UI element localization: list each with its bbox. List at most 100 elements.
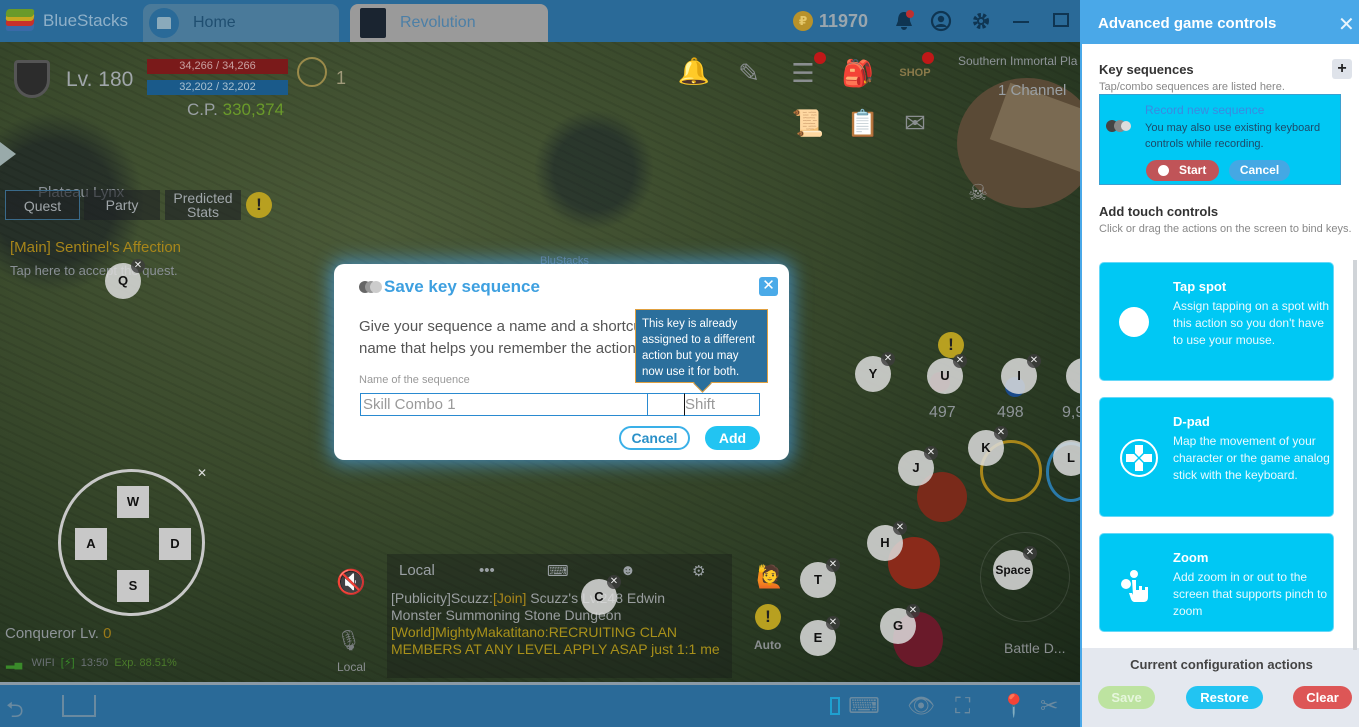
fullscreen-icon[interactable]: ⛶ [955,693,970,719]
quest-subtitle[interactable]: Tap here to accept the quest. [10,263,178,278]
shortcut-key-input[interactable] [684,393,760,416]
bell-icon[interactable] [893,10,915,32]
restore-button[interactable]: Restore [1186,686,1263,709]
key-overlay-o[interactable] [1066,358,1080,394]
skull-icon[interactable]: ☠ [963,180,993,210]
backpack-icon[interactable]: 🎒 [840,56,876,90]
emoji-icon[interactable]: ☻ [620,562,636,579]
notification-bell-icon[interactable]: 🔔 [676,54,712,88]
remove-key-icon[interactable]: ✕ [826,558,840,572]
dpad-key-down[interactable]: S [117,570,149,602]
add-button[interactable]: Add [705,426,760,450]
checklist-icon[interactable]: 📋 [845,106,881,140]
keyboard-icon[interactable]: ⌨ [547,562,569,580]
tab-home[interactable]: Home [143,4,339,42]
tab-revolution[interactable]: Revolution [350,4,548,42]
key-overlay-g[interactable]: G ✕ [880,604,920,644]
remove-key-icon[interactable]: ✕ [893,521,907,535]
key-overlay-t[interactable]: T ✕ [800,558,840,598]
tab-predicted-stats[interactable]: Predicted Stats [165,190,241,220]
eye-icon[interactable]: 👁 [907,693,935,719]
close-panel-icon[interactable]: ✕ [1338,12,1355,37]
card-desc: Map the movement of your character or th… [1173,434,1330,482]
key-overlay-j[interactable]: J ✕ [898,446,938,486]
close-dialog-button[interactable]: ✕ [759,277,778,296]
panel-header: Advanced game controls ✕ [1082,0,1359,44]
quest-title[interactable]: [Main] Sentinel's Affection [10,239,181,256]
remove-key-icon[interactable]: ✕ [826,616,840,630]
key-overlay-e[interactable]: E ✕ [800,616,840,656]
alert-icon[interactable]: ! [246,192,272,218]
remove-key-icon[interactable]: ✕ [906,604,920,618]
save-button[interactable]: Save [1098,686,1155,709]
dpad-key-right[interactable]: D [159,528,191,560]
record-toggle-icon[interactable] [1106,120,1136,132]
remove-key-icon[interactable]: ✕ [953,354,967,368]
sequence-name-input[interactable] [360,393,648,416]
remove-dpad-icon[interactable]: ✕ [197,466,207,480]
chat-tab-local[interactable]: Local [399,562,435,579]
potion-count: 497 [929,404,956,421]
maximize-icon[interactable] [1053,13,1069,27]
remove-key-icon[interactable]: ✕ [607,575,621,589]
key-overlay-i[interactable]: I ✕ [1001,354,1041,394]
panel-scrollbar[interactable] [1353,260,1357,650]
scissors-icon[interactable]: ✂ [1040,693,1058,719]
chat-line: [World]MightyMakatitano:RECRUITING CLAN [391,624,678,640]
remove-key-icon[interactable]: ✕ [924,446,938,460]
key-overlay-q[interactable]: Q ✕ [105,259,145,299]
dpad-overlay[interactable]: W A D S [58,469,205,616]
battle-label[interactable]: Battle D... [1004,640,1065,656]
pinch-zoom-icon [1119,568,1153,607]
chat-settings-icon[interactable]: ⚙ [692,562,705,580]
coin-count[interactable]: 11970 [819,11,868,32]
keyboard-mapping-icon[interactable]: ⌨ [848,693,880,719]
scroll-icon[interactable]: 📜 [790,106,826,140]
dpad-key-up[interactable]: W [117,486,149,518]
channel-label[interactable]: 1 Channel [998,82,1066,99]
rank-icon[interactable] [297,57,327,87]
alert-icon[interactable]: ! [755,604,781,630]
shortcut-field-spacer [648,393,684,416]
chat-join-link[interactable]: [Join] [493,590,526,606]
key-overlay-space[interactable]: Space ✕ [993,546,1037,590]
key-overlay-y[interactable]: Y ✕ [855,352,895,392]
expand-arrow-icon[interactable] [0,142,16,166]
portrait-icon[interactable] [830,697,840,715]
mail-icon[interactable]: ✉ [897,106,933,140]
mic-icon[interactable]: 🎙 [336,628,361,653]
gear-icon[interactable] [970,10,992,32]
location-icon[interactable]: 📍 [1000,693,1027,719]
tap-spot-card[interactable]: Tap spot Assign tapping on a spot with t… [1099,262,1334,381]
chat-panel[interactable]: Local ••• ⌨ ☻ ⚙ [Publicity]Scuzz:[Join] … [387,554,732,678]
add-sequence-button[interactable]: + [1332,59,1352,79]
start-recording-button[interactable]: Start [1146,160,1219,181]
back-icon[interactable]: ⮌ [6,693,24,727]
emote-icon[interactable]: 🙋 [756,564,783,590]
cancel-recording-button[interactable]: Cancel [1229,160,1290,181]
dpad-card[interactable]: D-pad Map the movement of your character… [1099,397,1334,517]
zoom-card[interactable]: Zoom Add zoom in or out to the screen th… [1099,533,1334,632]
remove-key-icon[interactable]: ✕ [881,352,895,366]
cancel-button[interactable]: Cancel [619,426,690,450]
quest-log-icon[interactable]: ✎ [731,56,767,90]
record-title: Record new sequence [1145,103,1265,117]
key-overlay-h[interactable]: H ✕ [867,521,907,561]
remove-key-icon[interactable]: ✕ [994,426,1008,440]
remove-key-icon[interactable]: ✕ [131,259,145,273]
minimize-icon[interactable] [1013,21,1029,23]
auto-button[interactable]: Auto [754,638,781,652]
clear-button[interactable]: Clear [1293,686,1352,709]
key-overlay-u[interactable]: U ✕ [927,354,967,394]
account-icon[interactable] [930,10,952,32]
tab-quest[interactable]: Quest [5,190,80,220]
dpad-key-left[interactable]: A [75,528,107,560]
mute-icon[interactable]: 🔇 [336,568,366,597]
remove-key-icon[interactable]: ✕ [1023,546,1037,560]
chat-more-icon[interactable]: ••• [479,562,495,579]
home-icon[interactable] [62,695,96,717]
key-overlay-k[interactable]: K ✕ [968,426,1008,466]
tab-party[interactable]: Party [84,190,160,220]
key-overlay-c[interactable]: C ✕ [581,575,621,615]
remove-key-icon[interactable]: ✕ [1027,354,1041,368]
